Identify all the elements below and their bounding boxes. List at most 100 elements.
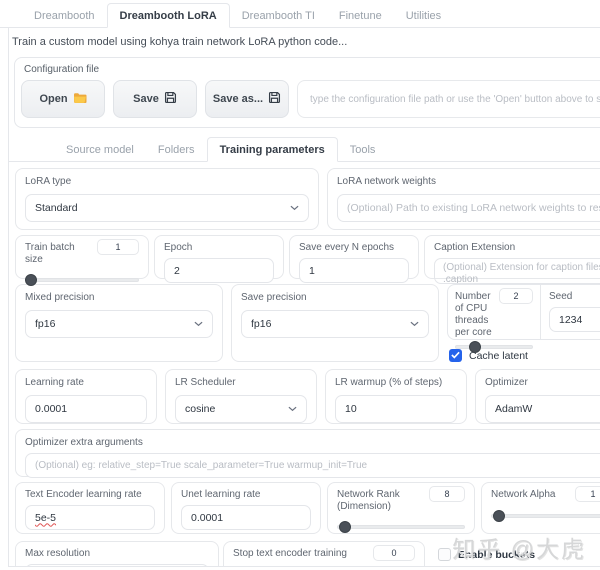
field-epoch: Epoch 2 bbox=[154, 235, 284, 279]
floppy-icon bbox=[268, 91, 281, 107]
optimizer-extra-args-input-field[interactable] bbox=[35, 460, 600, 471]
seed-label: Seed bbox=[549, 291, 600, 303]
lr-warmup-label: LR warmup (% of steps) bbox=[335, 377, 457, 389]
field-lr-scheduler: LR Scheduler cosine bbox=[165, 369, 317, 424]
kohya-gui-screen: Dreambooth Dreambooth LoRA Dreambooth TI… bbox=[0, 0, 600, 570]
tab-source-model[interactable]: Source model bbox=[54, 138, 146, 161]
save-every-n-epochs-value: 1 bbox=[309, 265, 315, 277]
tab-finetune[interactable]: Finetune bbox=[327, 4, 394, 27]
save-config-button[interactable]: Save bbox=[113, 80, 197, 118]
field-cpu-threads: Number of CPU threads per core 2 bbox=[448, 285, 540, 339]
epoch-value: 2 bbox=[174, 265, 180, 277]
epoch-label: Epoch bbox=[164, 242, 274, 254]
lora-type-value: Standard bbox=[35, 202, 78, 214]
network-rank-label: Network Rank (Dimension) bbox=[337, 489, 425, 513]
chevron-down-icon bbox=[290, 202, 299, 214]
unet-lr-label: Unet learning rate bbox=[181, 489, 311, 501]
field-optimizer: Optimizer AdamW bbox=[475, 369, 600, 424]
mixed-precision-dropdown[interactable]: fp16 bbox=[25, 310, 213, 338]
field-learning-rate: Learning rate 0.0001 bbox=[15, 369, 157, 424]
save-precision-label: Save precision bbox=[241, 292, 429, 304]
field-network-rank: Network Rank (Dimension) 8 bbox=[327, 482, 475, 534]
stop-text-encoder-training-label: Stop text encoder training bbox=[233, 548, 347, 560]
field-mixed-precision: Mixed precision fp16 bbox=[15, 284, 223, 362]
field-train-batch-size: Train batch size 1 bbox=[15, 235, 149, 279]
max-resolution-label: Max resolution bbox=[25, 548, 209, 560]
optimizer-extra-args-input[interactable] bbox=[25, 453, 600, 478]
enable-buckets-row[interactable]: Enable buckets bbox=[438, 548, 600, 561]
field-text-encoder-lr: Text Encoder learning rate 5e-5 bbox=[15, 482, 165, 534]
main-tab-bar: Dreambooth Dreambooth LoRA Dreambooth TI… bbox=[0, 3, 600, 28]
text-encoder-lr-value: 5e-5 bbox=[35, 512, 56, 524]
cpu-threads-label: Number of CPU threads per core bbox=[455, 291, 495, 339]
config-path-input[interactable] bbox=[297, 80, 600, 118]
cpu-threads-value[interactable]: 2 bbox=[499, 288, 533, 304]
network-rank-value[interactable]: 8 bbox=[429, 486, 465, 502]
train-batch-size-slider[interactable] bbox=[25, 273, 139, 287]
slider-handle[interactable] bbox=[25, 274, 37, 286]
max-resolution-input[interactable]: 512,512 bbox=[25, 564, 209, 567]
mixed-precision-value: fp16 bbox=[35, 318, 55, 330]
lora-type-dropdown[interactable]: Standard bbox=[25, 194, 309, 222]
field-caption-extension: Caption Extension (Optional) Extension f… bbox=[424, 235, 600, 279]
configuration-file-group: Configuration file Open Save Save as... bbox=[14, 57, 600, 128]
enable-buckets-area: Enable buckets bbox=[429, 541, 600, 567]
field-lora-network-weights: LoRA network weights bbox=[327, 168, 600, 230]
network-rank-slider[interactable] bbox=[337, 520, 465, 534]
train-batch-size-value[interactable]: 1 bbox=[97, 239, 139, 255]
field-save-every-n-epochs: Save every N epochs 1 bbox=[289, 235, 419, 279]
slider-handle[interactable] bbox=[339, 521, 351, 533]
open-config-button-label: Open bbox=[39, 93, 67, 105]
save-every-n-epochs-input[interactable]: 1 bbox=[299, 258, 409, 283]
learning-rate-input[interactable]: 0.0001 bbox=[25, 395, 147, 423]
save-every-n-epochs-label: Save every N epochs bbox=[299, 242, 409, 254]
tab-dreambooth-ti[interactable]: Dreambooth TI bbox=[230, 4, 327, 27]
optimizer-dropdown[interactable]: AdamW bbox=[485, 395, 600, 423]
lr-warmup-input[interactable]: 10 bbox=[335, 395, 457, 423]
lora-network-weights-input-field[interactable] bbox=[347, 202, 600, 214]
epoch-input[interactable]: 2 bbox=[164, 258, 274, 283]
panel-description: Train a custom model using kohya train n… bbox=[9, 28, 600, 57]
seed-input[interactable]: 1234 bbox=[549, 307, 600, 332]
open-config-button[interactable]: Open bbox=[21, 80, 105, 118]
sub-tab-bar: Source model Folders Training parameters… bbox=[9, 137, 600, 162]
tab-tools[interactable]: Tools bbox=[338, 138, 388, 161]
cpu-threads-slider[interactable] bbox=[455, 340, 533, 354]
unet-lr-input[interactable]: 0.0001 bbox=[181, 505, 311, 530]
slider-handle[interactable] bbox=[469, 341, 481, 353]
cpu-seed-box: Number of CPU threads per core 2 Seed bbox=[447, 284, 600, 340]
lora-network-weights-label: LoRA network weights bbox=[337, 176, 600, 188]
save-precision-dropdown[interactable]: fp16 bbox=[241, 310, 429, 338]
lr-scheduler-dropdown[interactable]: cosine bbox=[175, 395, 307, 423]
lora-network-weights-input[interactable] bbox=[337, 194, 600, 222]
field-lora-type: LoRA type Standard bbox=[15, 168, 319, 230]
folder-icon bbox=[73, 92, 87, 107]
save-as-config-button-label: Save as... bbox=[213, 93, 263, 105]
field-network-alpha: Network Alpha 1 bbox=[481, 482, 600, 534]
tab-dreambooth-lora[interactable]: Dreambooth LoRA bbox=[107, 3, 230, 28]
tab-utilities[interactable]: Utilities bbox=[394, 4, 453, 27]
chevron-down-icon bbox=[410, 318, 419, 330]
text-encoder-lr-label: Text Encoder learning rate bbox=[25, 489, 155, 501]
tab-dreambooth[interactable]: Dreambooth bbox=[22, 4, 107, 27]
network-alpha-slider[interactable] bbox=[491, 509, 600, 523]
field-unet-lr: Unet learning rate 0.0001 bbox=[171, 482, 321, 534]
field-save-precision: Save precision fp16 bbox=[231, 284, 439, 362]
stop-text-encoder-training-value[interactable]: 0 bbox=[373, 545, 415, 561]
chevron-down-icon bbox=[194, 318, 203, 330]
text-encoder-lr-input[interactable]: 5e-5 bbox=[25, 505, 155, 530]
training-parameters-panel: LoRA type Standard LoRA network weights bbox=[9, 162, 600, 567]
save-as-config-button[interactable]: Save as... bbox=[205, 80, 289, 118]
tab-folders[interactable]: Folders bbox=[146, 138, 207, 161]
field-optimizer-extra-args: Optimizer extra arguments bbox=[15, 429, 600, 477]
dreambooth-lora-panel: Train a custom model using kohya train n… bbox=[8, 28, 600, 567]
enable-buckets-checkbox[interactable] bbox=[438, 548, 451, 561]
field-stop-text-encoder-training: Stop text encoder training 0 bbox=[223, 541, 425, 567]
train-batch-size-label: Train batch size bbox=[25, 242, 93, 266]
lora-type-label: LoRA type bbox=[25, 176, 309, 188]
caption-extension-input[interactable]: (Optional) Extension for caption files, … bbox=[434, 258, 600, 284]
network-alpha-value[interactable]: 1 bbox=[575, 486, 600, 502]
tab-training-parameters[interactable]: Training parameters bbox=[207, 137, 338, 162]
slider-handle[interactable] bbox=[493, 510, 505, 522]
mixed-precision-label: Mixed precision bbox=[25, 292, 213, 304]
